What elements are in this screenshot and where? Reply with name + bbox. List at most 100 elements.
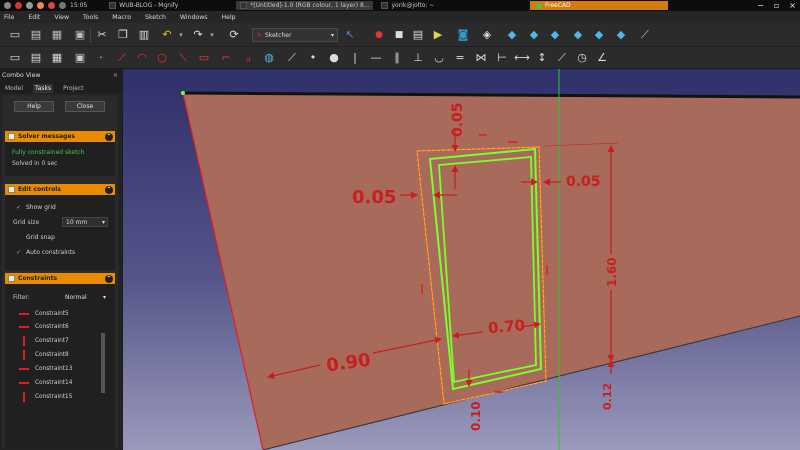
- constrain-parallel-icon[interactable]: ∥: [390, 51, 404, 65]
- external-geometry-icon[interactable]: ◍: [262, 51, 276, 65]
- constrain-tangent-icon[interactable]: ◡: [432, 51, 446, 65]
- view-top-icon[interactable]: ◆: [527, 28, 541, 42]
- constraints-header[interactable]: Constraints ⌃: [5, 273, 115, 284]
- refresh-icon[interactable]: ⟳: [227, 28, 241, 42]
- help-button[interactable]: Help: [14, 101, 54, 112]
- create-circle-icon[interactable]: ○: [155, 51, 169, 65]
- constrain-coincident-icon[interactable]: •: [306, 51, 320, 65]
- app-menu-icon[interactable]: [4, 2, 11, 9]
- view-right-icon[interactable]: ◆: [548, 28, 562, 42]
- grid-snap-checkbox[interactable]: Grid snap: [16, 234, 55, 241]
- filter-select[interactable]: Normal ▾: [62, 292, 108, 302]
- constrain-radius-icon[interactable]: ◷: [575, 51, 589, 65]
- open-icon[interactable]: ▤: [29, 28, 43, 42]
- whats-this-icon[interactable]: ↖: [343, 28, 357, 42]
- dimension-label[interactable]: 0.10: [469, 401, 483, 431]
- constrain-horizontal-distance-icon[interactable]: ⟷: [514, 51, 530, 65]
- view-sketch-icon[interactable]: ▦: [50, 51, 64, 65]
- create-fillet-icon[interactable]: ⌐: [219, 51, 233, 65]
- constraint-item[interactable]: Constraint7: [19, 336, 69, 346]
- firefox-icon[interactable]: [37, 2, 44, 9]
- construction-mode-icon[interactable]: ⟋: [285, 51, 299, 65]
- constrain-perpendicular-icon[interactable]: ⊥: [411, 51, 425, 65]
- sketch-canvas[interactable]: 0.05 0.05 0.05 0.70 0.90 1.60 0.10 0.12: [123, 69, 800, 450]
- maximize-icon[interactable]: ▫: [774, 1, 779, 10]
- undo-dropdown-icon[interactable]: ▾: [174, 28, 188, 42]
- create-point-icon[interactable]: ·: [94, 51, 108, 65]
- menu-macro[interactable]: Macro: [112, 14, 131, 21]
- grid-size-field[interactable]: 10 mm ▾: [62, 217, 108, 227]
- copy-icon[interactable]: ❐: [116, 28, 130, 42]
- constraint-item[interactable]: Constraint5: [19, 309, 69, 319]
- tab-project[interactable]: Project: [61, 84, 86, 93]
- terminal-icon[interactable]: [59, 2, 66, 9]
- constrain-distance-icon[interactable]: ⟋: [555, 51, 569, 65]
- view-rear-icon[interactable]: ◆: [571, 28, 585, 42]
- macros-icon[interactable]: ▤: [411, 28, 425, 42]
- constraint-item[interactable]: Constraint6: [19, 322, 69, 332]
- constrain-lock-icon[interactable]: ⊢: [495, 51, 509, 65]
- measure-distance-icon[interactable]: ⟋: [638, 28, 652, 42]
- view-left-icon[interactable]: ◆: [614, 28, 628, 42]
- workbench-selector[interactable]: ✎ Sketcher ▾: [252, 28, 338, 42]
- constraint-item[interactable]: Constraint15: [19, 392, 72, 402]
- view-axonometric-icon[interactable]: ◈: [480, 28, 494, 42]
- constrain-vertical-icon[interactable]: |: [348, 51, 362, 65]
- tab-tasks[interactable]: Tasks: [33, 84, 54, 93]
- taskbar-window-mgnify[interactable]: WUB-BLOG - Mgnify: [105, 1, 182, 10]
- constrain-vertical-distance-icon[interactable]: ↕: [535, 51, 549, 65]
- taskbar-window-freecad[interactable]: FreeCAD: [530, 1, 668, 10]
- new-sketch-icon[interactable]: ▭: [8, 51, 22, 65]
- create-line-icon[interactable]: ⟋: [115, 51, 129, 65]
- dimension-label[interactable]: 1.60: [605, 257, 619, 287]
- dimension-label[interactable]: 0.05: [450, 102, 466, 137]
- execute-macro-icon[interactable]: ▶: [431, 28, 445, 42]
- show-grid-checkbox[interactable]: ✓ Show grid: [16, 204, 56, 211]
- edit-controls-header[interactable]: Edit controls ⌃: [5, 184, 115, 195]
- undo-icon[interactable]: ↶: [160, 28, 174, 42]
- redo-dropdown-icon[interactable]: ▾: [205, 28, 219, 42]
- save-icon[interactable]: ▦: [50, 28, 64, 42]
- constraint-item[interactable]: Constraint8: [19, 350, 69, 360]
- constrain-symmetric-icon[interactable]: ⋈: [474, 51, 488, 65]
- new-document-icon[interactable]: ▭: [8, 28, 22, 42]
- menu-tools[interactable]: Tools: [83, 14, 98, 21]
- collapse-icon[interactable]: ⌃: [105, 132, 113, 141]
- menu-windows[interactable]: Windows: [180, 14, 208, 21]
- menu-file[interactable]: File: [4, 14, 14, 21]
- menu-help[interactable]: Help: [222, 14, 236, 21]
- menu-edit[interactable]: Edit: [28, 14, 40, 21]
- auto-constraints-checkbox[interactable]: ✓ Auto constraints: [16, 249, 75, 256]
- solver-messages-header[interactable]: Solver messages ⌃: [5, 131, 115, 142]
- create-arc-icon[interactable]: ◠: [135, 51, 149, 65]
- trim-edge-icon[interactable]: ⟓: [241, 51, 255, 65]
- close-icon[interactable]: ×: [789, 1, 796, 10]
- collapse-icon[interactable]: ⌃: [105, 185, 113, 194]
- view-bottom-icon[interactable]: ◆: [592, 28, 606, 42]
- macro-record-icon[interactable]: ●: [372, 28, 386, 42]
- browser-icon[interactable]: [48, 2, 55, 9]
- create-polyline-icon[interactable]: ⟍: [176, 51, 190, 65]
- cut-icon[interactable]: ✂: [95, 28, 109, 42]
- collapse-icon[interactable]: ⌃: [105, 274, 113, 283]
- dimension-label[interactable]: 0.12: [601, 383, 614, 410]
- constrain-angle-icon[interactable]: ∠: [595, 51, 609, 65]
- constraints-scrollbar[interactable]: [101, 333, 105, 393]
- menu-view[interactable]: View: [54, 14, 69, 21]
- constraint-item[interactable]: Constraint13: [19, 364, 72, 374]
- constrain-equal-icon[interactable]: =: [453, 51, 467, 65]
- file-manager-icon[interactable]: [26, 2, 33, 9]
- paste-icon[interactable]: ▥: [137, 28, 151, 42]
- create-rectangle-icon[interactable]: ▭: [197, 51, 211, 65]
- tab-model[interactable]: Model: [3, 84, 25, 93]
- constrain-horizontal-icon[interactable]: —: [369, 51, 383, 65]
- leave-sketch-icon[interactable]: ▤: [29, 51, 43, 65]
- redo-icon[interactable]: ↷: [191, 28, 205, 42]
- menu-sketch[interactable]: Sketch: [145, 14, 166, 21]
- constraint-item[interactable]: Constraint14: [19, 378, 72, 388]
- close-icon[interactable]: ×: [113, 72, 118, 79]
- 3d-view[interactable]: 0.05 0.05 0.05 0.70 0.90 1.60 0.10 0.12: [123, 69, 800, 450]
- close-button[interactable]: Close: [65, 101, 105, 112]
- dimension-label[interactable]: 0.05: [352, 187, 396, 208]
- view-front-icon[interactable]: ◆: [505, 28, 519, 42]
